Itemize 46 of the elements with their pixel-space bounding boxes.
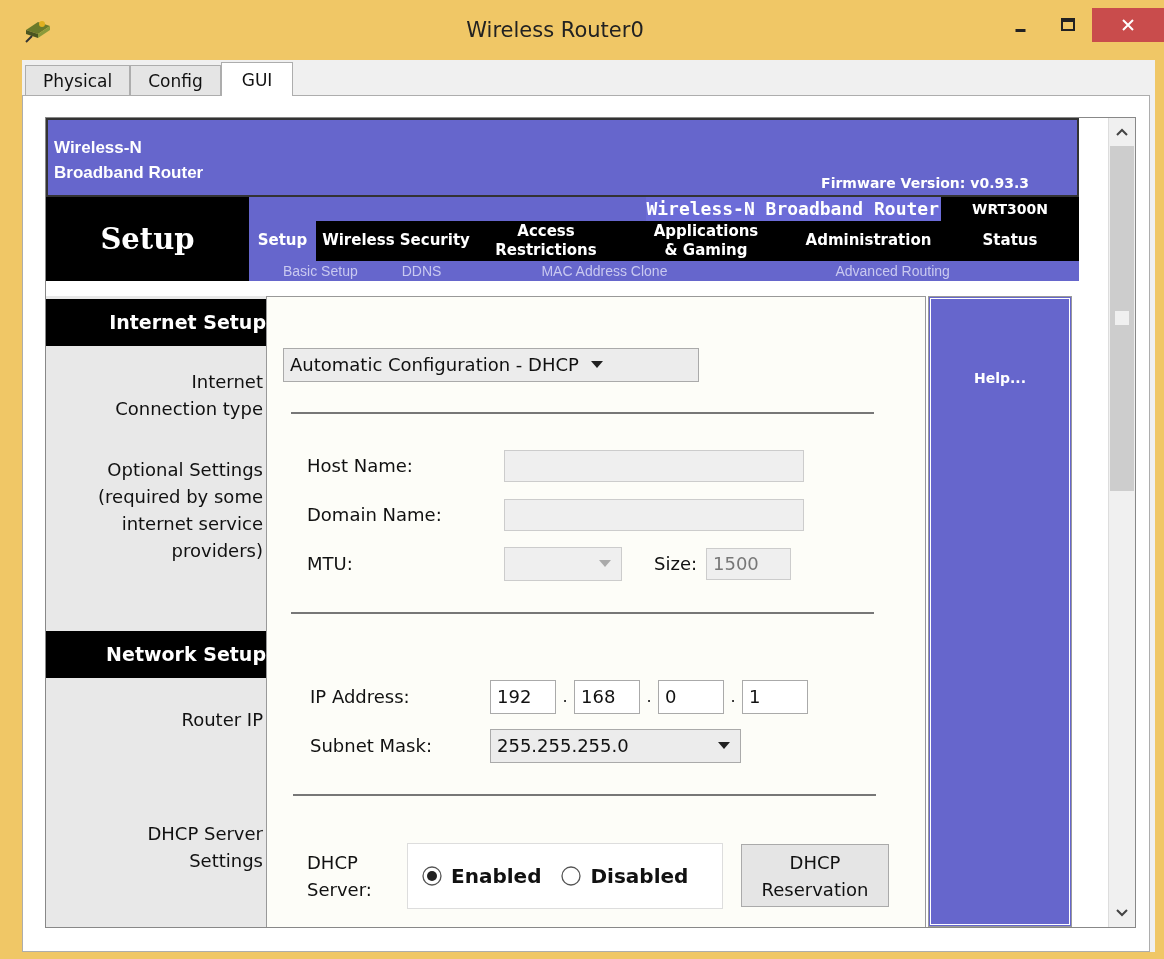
maximize-icon <box>1060 17 1076 33</box>
help-link[interactable]: Help... <box>974 369 1026 386</box>
page-title: Setup <box>46 196 249 281</box>
scroll-down-icon[interactable] <box>1116 909 1128 917</box>
nav-tab[interactable]: Setup <box>249 220 316 261</box>
close-button[interactable] <box>1092 8 1164 42</box>
ip-octet-field[interactable]: 0 <box>658 679 724 714</box>
field-label: Domain Name: <box>307 504 443 526</box>
tab[interactable]: GUI <box>220 62 294 96</box>
radio-option[interactable]: Disabled <box>561 863 689 888</box>
close-icon <box>1120 17 1136 33</box>
window-title: Wireless Router0 <box>465 18 645 42</box>
field-label: Size: <box>654 553 697 575</box>
field-label: MTU: <box>307 553 354 575</box>
minimize-icon <box>1014 28 1026 32</box>
tab[interactable]: Physical <box>25 65 131 95</box>
field-label: Subnet Mask: <box>310 735 433 757</box>
caret-icon <box>599 560 611 568</box>
section-label: Internet Connection type <box>115 369 264 421</box>
caret-icon <box>718 742 730 750</box>
dhcp-reservation-button[interactable]: DHCP Reservation <box>741 844 889 908</box>
section-label: DHCP Server Settings <box>147 821 264 873</box>
model-number: WRT300N <box>941 196 1079 221</box>
field-label: IP Address: <box>310 686 411 708</box>
separator-dot: . <box>729 687 737 707</box>
caret-icon <box>590 361 603 369</box>
scroll-up-icon[interactable] <box>1116 128 1128 136</box>
section-heading: Internet Setup <box>46 298 266 346</box>
separator-dot: . <box>645 687 653 707</box>
subnet-mask-dropdown[interactable]: 255.255.255.0 <box>490 728 741 763</box>
field-label: DHCP Server: <box>307 850 373 902</box>
scroll-thumb[interactable] <box>1110 146 1134 491</box>
product-name: Wireless-N Broadband Router <box>646 196 941 221</box>
section-heading: Network Setup <box>46 630 266 678</box>
ip-octet-field[interactable]: 192 <box>490 679 556 714</box>
section-label: Optional Settings (required by some internet service providers) <box>98 457 264 563</box>
section-label: Router IP <box>181 707 264 732</box>
ip-octet-field[interactable]: 168 <box>574 679 640 714</box>
brand-name: Wireless-N Broadband Router <box>53 137 204 184</box>
tab[interactable]: Config <box>130 65 221 95</box>
ip-octet-field[interactable]: 1 <box>742 679 808 714</box>
separator-dot: . <box>561 687 569 707</box>
field-label: Host Name: <box>307 455 414 477</box>
firmware-version: Firmware Version: v0.93.3 <box>821 174 1030 193</box>
radio-option[interactable]: Enabled <box>422 863 542 888</box>
connection-type-dropdown[interactable]: Automatic Configuration - DHCP <box>283 347 699 382</box>
